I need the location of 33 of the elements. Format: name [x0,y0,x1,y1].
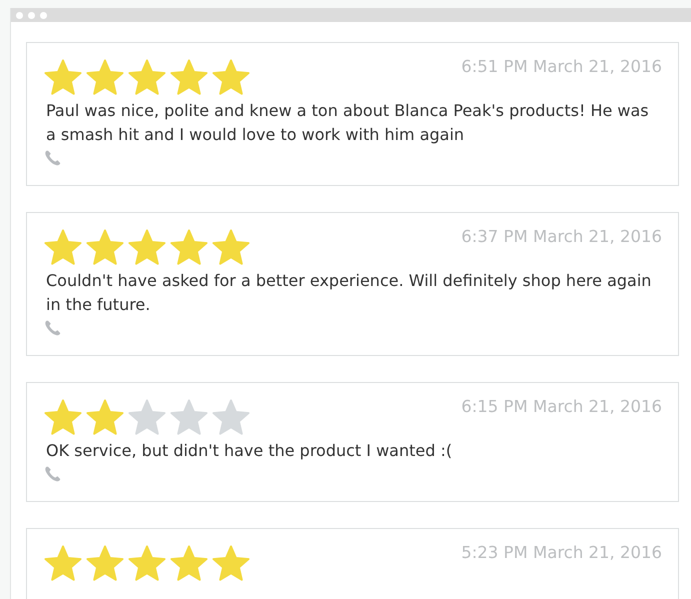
phone-icon [44,149,62,167]
phone-icon [44,319,62,337]
star-icon [44,229,82,267]
star-icon [170,59,208,97]
star-icon [212,545,250,583]
window-dot-icon [28,12,35,18]
window-dot-icon [40,12,47,18]
star-icon [170,399,208,437]
review-text: Couldn't have asked for a better experience. Will definitely shop here again in the future. [46,270,652,316]
star-icon [86,399,124,437]
star-icon [44,545,82,583]
star-icon [170,545,208,583]
window-dot-icon [16,12,23,18]
star-icon [44,59,82,97]
review-timestamp: 6:37 PM March 21, 2016 [461,227,662,246]
star-icon [86,229,124,267]
star-icon [212,59,250,97]
phone-icon [44,465,62,483]
star-icon [128,545,166,583]
star-icon [86,545,124,583]
star-icon [86,59,124,97]
review-text: Paul was nice, polite and knew a ton about Blanca Peak's products! He was a smash hit and I would love to work with him again [46,100,650,146]
review-timestamp: 5:23 PM March 21, 2016 [461,543,662,562]
star-icon [128,229,166,267]
star-icon [170,229,208,267]
star-icon [128,399,166,437]
star-icon [212,399,250,437]
review-timestamp: 6:15 PM March 21, 2016 [461,397,662,416]
review-text: OK service, but didn't have the product I wanted :( [46,440,454,462]
star-icon [44,399,82,437]
star-icon [212,229,250,267]
review-timestamp: 6:51 PM March 21, 2016 [461,57,662,76]
star-icon [128,59,166,97]
